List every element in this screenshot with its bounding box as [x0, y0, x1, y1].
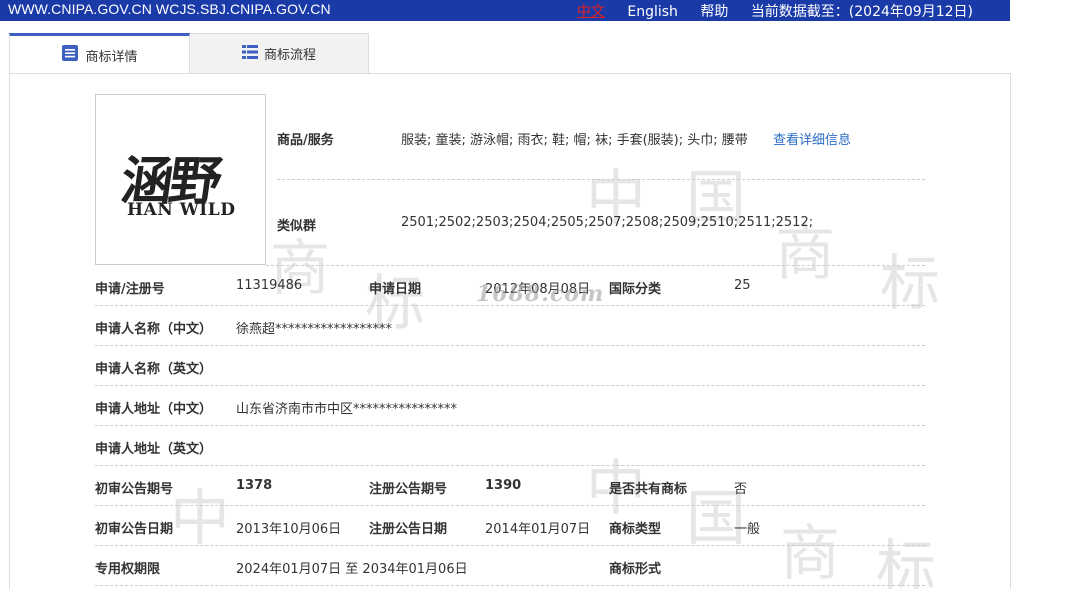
tm-form-label: 商标形式 [609, 562, 662, 577]
intl-class-value: 25 [734, 278, 751, 293]
prelim-issue-label: 初审公告期号 [95, 482, 174, 497]
term-label: 专用权期限 [95, 562, 161, 577]
divider [95, 585, 925, 586]
divider [95, 305, 925, 306]
help-link[interactable]: 帮助 [700, 4, 728, 20]
tm-type-value: 一般 [734, 522, 761, 537]
similar-group-value: 2501;2502;2503;2504;2505;2507;2508;2509;… [401, 215, 814, 230]
site-urls: WWW.CNIPA.GOV.CN WCJS.SBJ.CNIPA.GOV.CN [8, 1, 331, 17]
top-bar: WWW.CNIPA.GOV.CN WCJS.SBJ.CNIPA.GOV.CN 中… [0, 0, 1010, 21]
reg-no-label: 申请/注册号 [95, 282, 165, 297]
shared-value: 否 [734, 482, 748, 497]
tab-trademark-details[interactable]: 商标详情 [9, 33, 190, 74]
applicant-en-label: 申请人名称（英文） [95, 362, 213, 377]
tab-label: 商标流程 [263, 48, 316, 63]
divider [95, 425, 925, 426]
goods-services-value: 服装; 童装; 游泳帽; 雨衣; 鞋; 帽; 袜; 手套(服装); 头巾; 腰带 [401, 133, 748, 148]
language-english-link[interactable]: English [627, 4, 678, 20]
divider [95, 545, 925, 546]
prelim-date-value: 2013年10月06日 [236, 522, 342, 537]
divider [95, 505, 925, 506]
address-cn-label: 申请人地址（中文） [95, 402, 213, 417]
prelim-issue-value: 1378 [236, 478, 273, 493]
reg-date-label: 注册公告日期 [369, 522, 448, 537]
document-list-icon [61, 44, 79, 66]
reg-issue-label: 注册公告期号 [369, 482, 448, 497]
site-watermark: 1688.com [476, 281, 605, 307]
similar-group-label: 类似群 [277, 219, 317, 234]
grid-list-icon [241, 44, 258, 64]
tm-type-label: 商标类型 [609, 522, 662, 537]
divider [95, 465, 925, 466]
divider [277, 179, 925, 180]
divider [95, 385, 925, 386]
tab-label: 商标详情 [85, 49, 138, 65]
address-cn-value: 山东省济南市市中区**************** [236, 402, 458, 417]
top-bar-menu: 中文 English 帮助 当前数据截至：(2024年09月12日) [559, 1, 973, 21]
address-en-label: 申请人地址（英文） [95, 442, 213, 457]
shared-label: 是否共有商标 [609, 482, 688, 497]
language-chinese-link[interactable]: 中文 [577, 4, 605, 20]
intl-class-label: 国际分类 [609, 282, 662, 297]
reg-no-value: 11319486 [236, 278, 303, 293]
trademark-image: 涵野 HAN WILD [95, 94, 266, 265]
goods-services-label: 商品/服务 [277, 133, 334, 148]
tab-trademark-process[interactable]: 商标流程 [190, 33, 369, 74]
app-date-label: 申请日期 [369, 282, 422, 297]
data-date-label: 当前数据截至：(2024年09月12日) [750, 4, 973, 20]
reg-date-value: 2014年01月07日 [485, 522, 591, 537]
trademark-text-english: HAN WILD [127, 200, 236, 220]
applicant-cn-label: 申请人名称（中文） [95, 322, 213, 337]
prelim-date-label: 初审公告日期 [95, 522, 174, 537]
divider [266, 265, 925, 266]
term-value: 2024年01月07日 至 2034年01月06日 [236, 562, 468, 577]
view-details-link[interactable]: 查看详细信息 [773, 129, 851, 148]
divider [95, 345, 925, 346]
applicant-cn-value: 徐燕超****************** [236, 322, 393, 337]
reg-issue-value: 1390 [485, 478, 522, 493]
